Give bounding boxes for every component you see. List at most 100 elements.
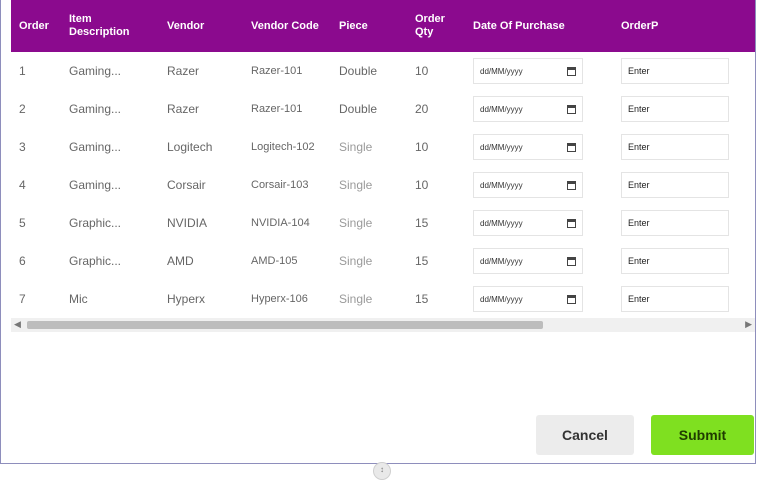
scroll-left-arrow-icon[interactable]: ◀ [14, 319, 21, 330]
cell-order: 2 [19, 102, 26, 116]
orderp-input[interactable]: Enter [621, 210, 729, 236]
cell-code: NVIDIA-104 [251, 217, 310, 229]
cell-piece: Single [339, 254, 373, 268]
cell-code: Razer-101 [251, 103, 303, 115]
table-row[interactable]: 2 Gaming... Razer Razer-101 Double 20 dd/MM/yy… [11, 90, 755, 128]
calendar-icon[interactable] [567, 256, 576, 266]
cell-item: Mic [69, 292, 88, 306]
calendar-icon[interactable] [567, 104, 576, 114]
cell-date: dd/MM/yyyy [465, 90, 613, 128]
date-input[interactable]: dd/MM/yyyy [473, 210, 583, 236]
cell-qty: 15 [415, 216, 429, 230]
submit-button[interactable]: Submit [651, 415, 754, 455]
horizontal-scrollbar[interactable]: ◀ ▶ [11, 318, 755, 332]
calendar-icon[interactable] [567, 180, 576, 190]
cell-piece: Single [339, 140, 373, 154]
calendar-icon[interactable] [567, 294, 576, 304]
date-placeholder: dd/MM/yyyy [480, 218, 523, 228]
calendar-icon[interactable] [567, 218, 576, 228]
cell-order: 5 [19, 216, 26, 230]
cell-piece: Double [339, 102, 378, 116]
column-header[interactable]: Vendor Code [243, 0, 331, 52]
cell-vendor: AMD [167, 254, 194, 268]
date-placeholder: dd/MM/yyyy [480, 104, 523, 114]
cell-order: 6 [19, 254, 26, 268]
column-header[interactable]: Item Description [61, 0, 159, 52]
orderp-input[interactable]: Enter [621, 172, 729, 198]
date-input[interactable]: dd/MM/yyyy [473, 134, 583, 160]
cell-vendor: NVIDIA [167, 216, 208, 230]
cell-date: dd/MM/yyyy [465, 166, 613, 204]
cell-order: 3 [19, 140, 26, 154]
date-placeholder: dd/MM/yyyy [480, 180, 523, 190]
cell-piece: Single [339, 292, 373, 306]
orderp-input[interactable]: Enter [621, 286, 729, 312]
cell-item: Graphic... [69, 216, 122, 230]
cell-qty: 10 [415, 64, 429, 78]
cell-orderp: Enter [613, 128, 755, 166]
resize-handle-icon[interactable]: ↕ [373, 462, 391, 480]
scrollbar-thumb[interactable] [27, 321, 543, 329]
table-body: 1 Gaming... Razer Razer-101 Double 10 dd/MM/yy… [11, 52, 755, 318]
cell-date: dd/MM/yyyy [465, 52, 613, 90]
calendar-icon[interactable] [567, 142, 576, 152]
orderp-input[interactable]: Enter [621, 134, 729, 160]
cell-orderp: Enter [613, 166, 755, 204]
cell-date: dd/MM/yyyy [465, 128, 613, 166]
cell-orderp: Enter [613, 204, 755, 242]
cell-item: Gaming... [69, 102, 122, 116]
cell-piece: Single [339, 216, 373, 230]
cell-item: Gaming... [69, 178, 122, 192]
cell-code: Corsair-103 [251, 179, 309, 191]
orderp-input[interactable]: Enter [621, 96, 729, 122]
date-input[interactable]: dd/MM/yyyy [473, 96, 583, 122]
date-input[interactable]: dd/MM/yyyy [473, 172, 583, 198]
column-header[interactable]: Order Qty [407, 0, 465, 52]
cell-item: Gaming... [69, 64, 122, 78]
cell-vendor: Razer [167, 102, 200, 116]
table-row[interactable]: 6 Graphic... AMD AMD-105 Single 15 dd/MM/yyyy E… [11, 242, 755, 280]
scroll-right-arrow-icon[interactable]: ▶ [745, 319, 752, 330]
column-header[interactable]: Order [11, 0, 61, 52]
cancel-button[interactable]: Cancel [536, 415, 634, 455]
date-placeholder: dd/MM/yyyy [480, 256, 523, 266]
column-header[interactable]: OrderP [613, 0, 755, 52]
cell-orderp: Enter [613, 280, 755, 318]
table-row[interactable]: 4 Gaming... Corsair Corsair-103 Single 10 dd/M… [11, 166, 755, 204]
date-placeholder: dd/MM/yyyy [480, 294, 523, 304]
date-input[interactable]: dd/MM/yyyy [473, 286, 583, 312]
cell-date: dd/MM/yyyy [465, 280, 613, 318]
cell-orderp: Enter [613, 90, 755, 128]
cell-qty: 15 [415, 254, 429, 268]
cell-vendor: Corsair [167, 178, 206, 192]
table-row[interactable]: 1 Gaming... Razer Razer-101 Double 10 dd/MM/yy… [11, 52, 755, 90]
orderp-input[interactable]: Enter [621, 58, 729, 84]
order-dialog: Order Item Description Vendor Vendor Code Pi… [0, 0, 756, 464]
cell-qty: 10 [415, 178, 429, 192]
cell-date: dd/MM/yyyy [465, 204, 613, 242]
order-table: Order Item Description Vendor Vendor Code Pi… [11, 0, 755, 318]
cell-vendor: Razer [167, 64, 200, 78]
cell-code: AMD-105 [251, 255, 298, 267]
cell-date: dd/MM/yyyy [465, 242, 613, 280]
cell-qty: 10 [415, 140, 429, 154]
column-header[interactable]: Piece [331, 0, 407, 52]
cell-piece: Double [339, 64, 378, 78]
table-row[interactable]: 5 Graphic... NVIDIA NVIDIA-104 Single 15 dd/MM… [11, 204, 755, 242]
table-row[interactable]: 3 Gaming... Logitech Logitech-102 Single 10 dd… [11, 128, 755, 166]
orderp-input[interactable]: Enter [621, 248, 729, 274]
date-input[interactable]: dd/MM/yyyy [473, 248, 583, 274]
column-header[interactable]: Vendor [159, 0, 243, 52]
cell-item: Graphic... [69, 254, 122, 268]
column-header[interactable]: Date Of Purchase [465, 0, 613, 52]
cell-code: Logitech-102 [251, 141, 315, 153]
cell-item: Gaming... [69, 140, 122, 154]
cell-code: Razer-101 [251, 65, 303, 77]
date-input[interactable]: dd/MM/yyyy [473, 58, 583, 84]
cell-code: Hyperx-106 [251, 293, 308, 305]
cell-piece: Single [339, 178, 373, 192]
cell-order: 7 [19, 292, 26, 306]
table-row[interactable]: 7 Mic Hyperx Hyperx-106 Single 15 dd/MM/yyyy En… [11, 280, 755, 318]
table-header-row: Order Item Description Vendor Vendor Code Pi… [11, 0, 755, 52]
calendar-icon[interactable] [567, 66, 576, 76]
